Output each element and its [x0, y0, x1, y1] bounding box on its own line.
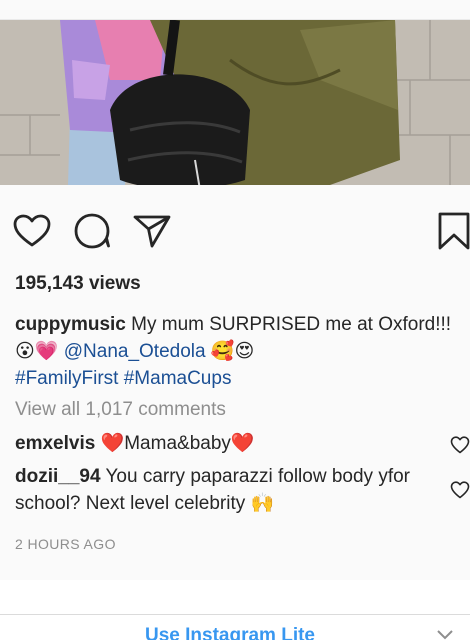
share-button[interactable] — [132, 211, 172, 251]
post-timestamp: 2 HOURS AGO — [15, 536, 116, 552]
comment-item: dozii__94 You carry paparazzi follow bod… — [15, 463, 445, 517]
heart-icon — [13, 214, 51, 247]
comment-like-button[interactable] — [450, 435, 470, 455]
post-photo-image — [0, 20, 470, 185]
post-card: 195,143 views cuppymusic My mum SURPRISE… — [0, 185, 470, 580]
use-instagram-lite-link[interactable]: Use Instagram Lite — [0, 625, 460, 640]
lite-banner: Use Instagram Lite — [0, 614, 470, 640]
feed-gap — [0, 580, 470, 614]
caption-emoji: 🥰😍 — [205, 341, 255, 362]
small-heart-icon — [450, 436, 470, 454]
hashtag-link-familyfirst[interactable]: #FamilyFirst — [15, 368, 118, 389]
post-caption: cuppymusic My mum SURPRISED me at Oxford… — [15, 311, 455, 392]
small-heart-icon — [450, 481, 470, 499]
chevron-down-icon[interactable] — [436, 629, 454, 640]
comment-button[interactable] — [72, 211, 112, 251]
view-count[interactable]: 195,143 views — [15, 273, 141, 295]
paper-plane-icon — [133, 215, 171, 248]
comment-text: ❤️Mama&baby❤️ — [95, 433, 255, 454]
post-photo[interactable] — [0, 20, 470, 185]
caption-mention-link[interactable]: @Nana_Otedola — [64, 341, 206, 362]
save-button[interactable] — [434, 211, 470, 251]
bookmark-icon — [438, 212, 470, 250]
like-button[interactable] — [12, 211, 52, 251]
post-actions-bar — [0, 185, 470, 271]
comment-username[interactable]: dozii__94 — [15, 466, 101, 487]
top-strip — [0, 0, 470, 20]
comment-like-button[interactable] — [450, 480, 470, 500]
caption-username[interactable]: cuppymusic — [15, 314, 126, 335]
comment-username[interactable]: emxelvis — [15, 433, 95, 454]
hashtag-link-mamacups[interactable]: #MamaCups — [124, 368, 232, 389]
view-all-comments-link[interactable]: View all 1,017 comments — [15, 399, 226, 421]
speech-bubble-icon — [74, 213, 110, 249]
comment-item: emxelvis ❤️Mama&baby❤️ — [15, 430, 445, 457]
